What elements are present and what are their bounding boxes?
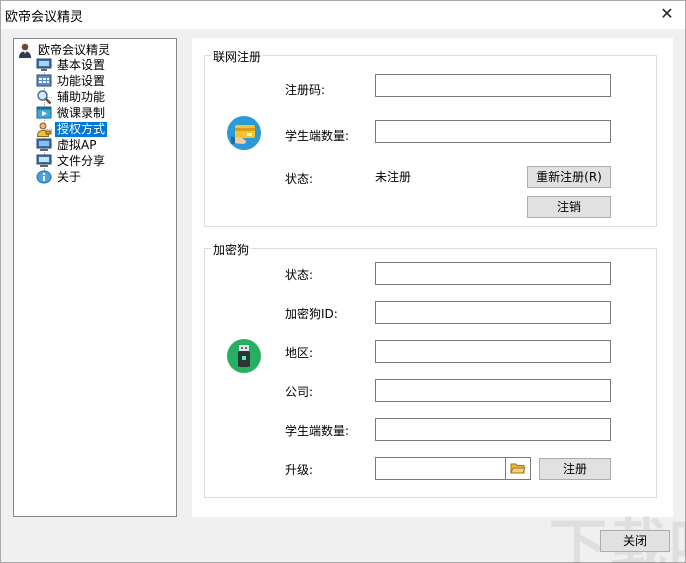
status-label: 状态: (285, 172, 314, 186)
tree-item-micro-lecture[interactable]: 微课录制 (36, 105, 107, 121)
tree-item-label: 功能设置 (57, 73, 106, 88)
tree-root[interactable]: 欧帝会议精灵 (17, 42, 112, 58)
usb-dongle-icon (227, 339, 261, 373)
info-icon (36, 169, 52, 185)
upgrade-label: 升级: (285, 463, 314, 477)
reregister-button[interactable]: 重新注册(R) (527, 166, 611, 188)
tree-root-label: 欧帝会议精灵 (38, 42, 111, 57)
share-monitor-icon (36, 153, 52, 169)
close-icon[interactable]: ✕ (657, 4, 677, 24)
region-input[interactable] (375, 340, 611, 363)
cancel-registration-button[interactable]: 注销 (527, 196, 611, 218)
upgrade-file-input[interactable] (375, 457, 507, 480)
dongle-id-label: 加密狗ID: (285, 307, 338, 321)
dongle-student-count-label: 学生端数量: (285, 424, 350, 438)
dongle-group: 加密狗 状态: 加密狗ID: 地区: 公司: 学生端数量: 升级: 注册 (204, 241, 657, 498)
tree-item-label: 文件分享 (57, 153, 106, 168)
tree-item-label: 辅助功能 (57, 89, 106, 104)
tree-item-label: 基本设置 (57, 57, 106, 72)
tree-item-accessibility[interactable]: 辅助功能 (36, 89, 107, 105)
grid-window-icon (36, 73, 52, 89)
window-title: 欧帝会议精灵 (5, 10, 84, 25)
tree-item-file-share[interactable]: 文件分享 (36, 153, 107, 169)
authorization-panel: 联网注册 注册码: 学生端数量: 状态: 未注册 重新注册(R) 注销 加密狗 … (192, 38, 673, 517)
dongle-status-input[interactable] (375, 262, 611, 285)
tree-item-authorization[interactable]: 授权方式 (36, 121, 108, 137)
group-title: 联网注册 (211, 48, 264, 65)
user-key-icon (36, 121, 52, 137)
tree-item-label: 授权方式 (55, 121, 108, 137)
dongle-status-label: 状态: (285, 268, 314, 282)
tree-item-label: 微课录制 (57, 105, 106, 120)
tree-item-feature-settings[interactable]: 功能设置 (36, 73, 107, 89)
tree-item-label: 关于 (57, 169, 82, 184)
online-registration-group: 联网注册 注册码: 学生端数量: 状态: 未注册 重新注册(R) 注销 (204, 48, 657, 227)
browse-button[interactable] (505, 457, 531, 480)
student-count-input[interactable] (375, 120, 611, 143)
student-count-label: 学生端数量: (285, 129, 350, 143)
monitor-icon (36, 57, 52, 73)
video-window-icon (36, 105, 52, 121)
user-icon (17, 42, 33, 58)
status-value: 未注册 (375, 170, 412, 184)
network-monitor-icon (36, 137, 52, 153)
dongle-id-input[interactable] (375, 301, 611, 324)
group-title: 加密狗 (211, 241, 252, 258)
folder-open-icon (510, 463, 526, 474)
dongle-student-count-input[interactable] (375, 418, 611, 441)
close-button[interactable]: 关闭 (600, 530, 670, 552)
reg-code-input[interactable] (375, 74, 611, 97)
tree-item-virtual-ap[interactable]: 虚拟AP (36, 137, 98, 153)
card-hand-icon (227, 116, 261, 150)
tree-item-about[interactable]: 关于 (36, 169, 83, 185)
tree-item-basic-settings[interactable]: 基本设置 (36, 57, 107, 73)
magnifier-icon (36, 89, 52, 105)
tree-item-label: 虚拟AP (57, 137, 97, 152)
company-input[interactable] (375, 379, 611, 402)
company-label: 公司: (285, 385, 314, 399)
reg-code-label: 注册码: (285, 83, 326, 97)
app-window: 欧帝会议精灵 ✕ 欧帝会议精灵 基本设置 功能设置 辅助功能 微课录制 授权方式… (0, 0, 686, 563)
settings-tree[interactable]: 欧帝会议精灵 基本设置 功能设置 辅助功能 微课录制 授权方式 虚拟AP 文件分… (13, 38, 177, 517)
region-label: 地区: (285, 346, 314, 360)
title-bar: 欧帝会议精灵 ✕ (1, 1, 685, 29)
dongle-register-button[interactable]: 注册 (539, 458, 611, 480)
